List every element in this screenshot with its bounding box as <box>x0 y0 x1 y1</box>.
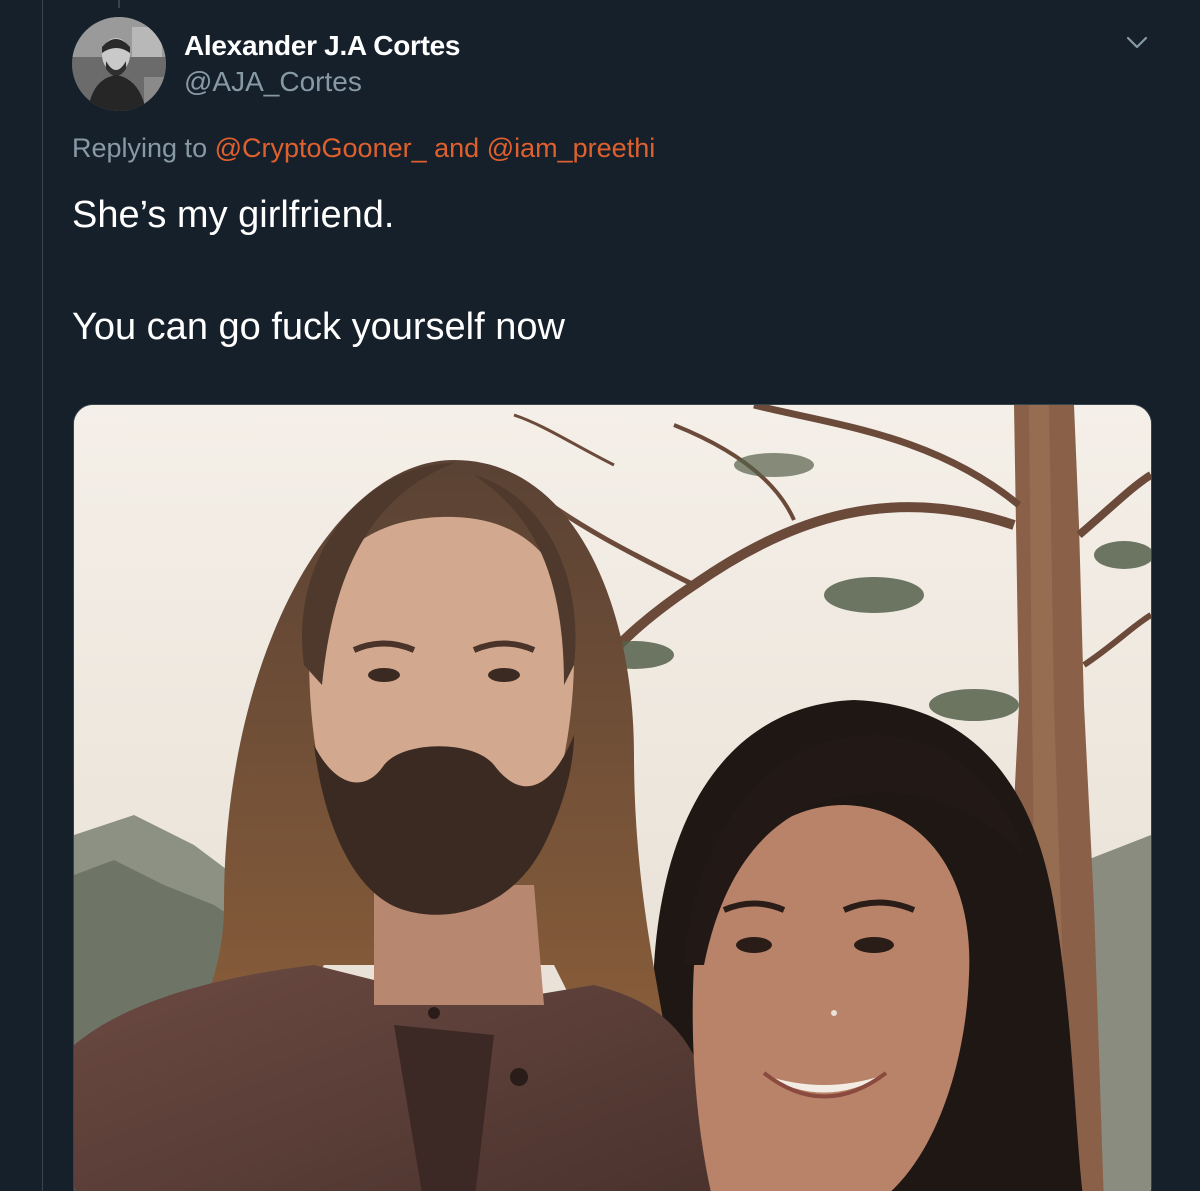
replying-prefix: Replying to <box>72 133 208 163</box>
tweet-text-line: You can go fuck yourself now <box>72 305 565 348</box>
tweet-text: She’s my girlfriend. You can go fuck you… <box>72 193 565 350</box>
avatar-image <box>72 17 166 111</box>
reply-mention-link[interactable]: @CryptoGooner_ <box>215 133 427 163</box>
more-options-button[interactable] <box>1120 28 1154 58</box>
replying-to-line: Replying to @CryptoGooner_ and @iam_pree… <box>72 133 655 164</box>
author-handle[interactable]: @AJA_Cortes <box>184 66 362 98</box>
reply-mention-link[interactable]: @iam_preethi <box>487 133 656 163</box>
author-name[interactable]: Alexander J.A Cortes <box>184 30 460 62</box>
tweet-text-line: She’s my girlfriend. <box>72 194 395 236</box>
photo-illustration <box>74 405 1151 1191</box>
chevron-down-icon <box>1126 36 1148 49</box>
avatar[interactable] <box>72 17 166 111</box>
reply-joiner[interactable]: and <box>434 133 479 163</box>
tweet-photo[interactable] <box>73 404 1152 1191</box>
thread-connector-line <box>118 0 120 8</box>
tweet-page: Alexander J.A Cortes @AJA_Cortes Replyin… <box>0 0 1200 1191</box>
card-left-border <box>42 0 43 1191</box>
